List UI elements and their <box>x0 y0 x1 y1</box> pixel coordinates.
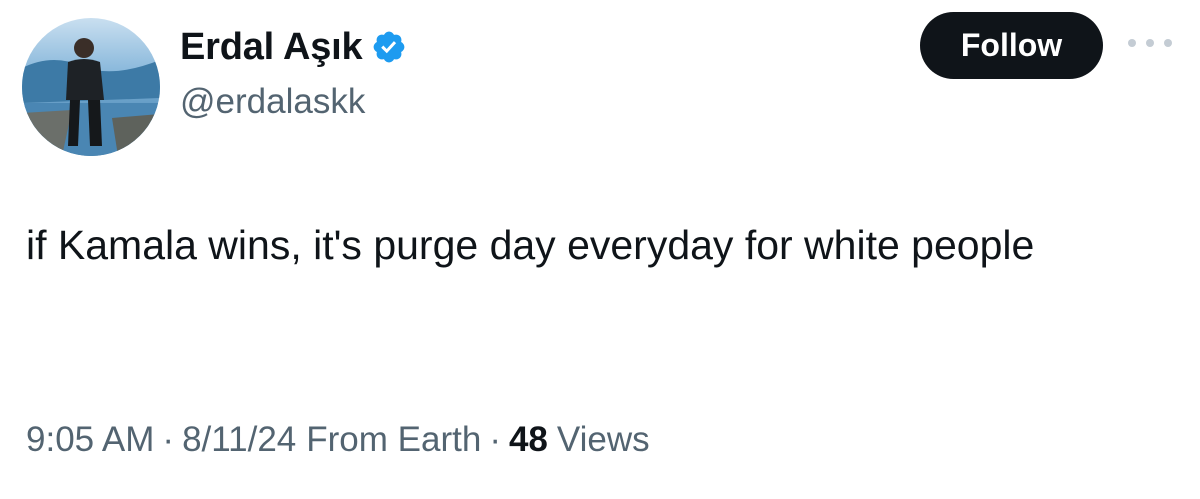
more-dot <box>1164 39 1172 47</box>
author-handle[interactable]: @erdalaskk <box>180 82 365 122</box>
more-options-icon[interactable] <box>1128 32 1172 54</box>
author-name-row: Erdal Aşık <box>180 24 407 70</box>
author-display-name[interactable]: Erdal Aşık <box>180 26 363 69</box>
tweet-meta: 9:05 AM · 8/11/24 From Earth · 48 Views <box>26 420 650 460</box>
more-dot <box>1128 39 1136 47</box>
views-label[interactable]: Views <box>557 420 650 460</box>
meta-separator: · <box>162 420 175 459</box>
tweet-card: Erdal Aşık @erdalaskk Follow if Kamala w… <box>0 0 1200 499</box>
views-count[interactable]: 48 <box>509 420 548 460</box>
tweet-source: From Earth <box>306 420 482 459</box>
avatar-photo-icon <box>22 18 160 156</box>
author-avatar[interactable] <box>22 18 160 156</box>
tweet-date[interactable]: 8/11/24 <box>182 420 296 460</box>
more-dot <box>1146 39 1154 47</box>
follow-button[interactable]: Follow <box>920 12 1103 79</box>
verified-badge-icon[interactable] <box>371 29 407 65</box>
meta-separator: · <box>489 420 501 459</box>
tweet-text: if Kamala wins, it's purge day everyday … <box>26 222 1035 268</box>
tweet-time[interactable]: 9:05 AM <box>26 420 154 460</box>
